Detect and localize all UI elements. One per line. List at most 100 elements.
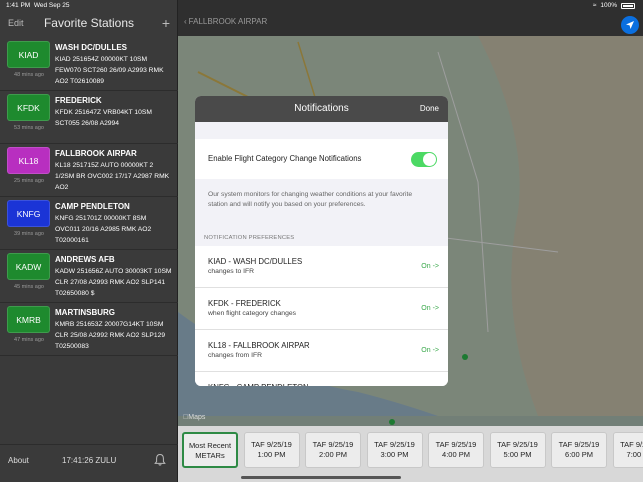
station-row[interactable]: KIAD 48 mins ago WASH DC/DULLES KIAD 251654… <box>0 38 178 91</box>
sidebar-title: Favorite Stations <box>43 16 135 30</box>
timeline-button-line2: 5:00 PM <box>503 450 532 459</box>
timeline-button[interactable]: TAF 9/25/19 5:00 PM <box>489 432 546 468</box>
station-metar: KFDK 251647Z VRB04KT 10SM SCT055 26/08 A… <box>55 109 152 127</box>
forecast-timeline: Most Recent METARs TAF 9/25/19 1:00 PM TAF 9… <box>178 426 643 482</box>
timeline-button-line2: 4:00 PM <box>442 450 470 459</box>
sidebar-header: Edit Favorite Stations + <box>0 12 178 36</box>
timeline-button[interactable]: TAF 9/25/197:00 PM <box>612 432 643 468</box>
back-label: FALLBROOK AIRPAR <box>188 17 268 26</box>
locate-button[interactable] <box>621 16 639 34</box>
station-metar: KIAD 251654Z 00000KT 10SM FEW070 SCT260 … <box>55 56 164 85</box>
timeline-button-line2: 3:00 PM <box>380 450 409 459</box>
report-age: 47 mins ago <box>14 337 44 343</box>
timeline-button-line1: TAF 9/25/19 <box>374 440 415 449</box>
preference-station: KIAD - WASH DC/DULLES <box>208 257 303 266</box>
status-bar: 1:41 PM Wed Sep 25 ≈ 100% <box>0 0 643 12</box>
station-metar: KADW 251656Z AUTO 30003KT 10SM CLR 27/08… <box>55 268 172 297</box>
preference-row[interactable]: KL18 - FALLBROOK AIRPAR changes from IFR O… <box>195 330 448 372</box>
station-row[interactable]: KADW 45 mins ago ANDREWS AFB KADW 251656Z A… <box>0 250 178 303</box>
toggle-label: Enable Flight Category Change Notificati… <box>208 154 362 163</box>
notifications-modal: Notifications Done Enable Flight Categor… <box>195 96 448 386</box>
chevron-left-icon: ‹ <box>184 17 187 26</box>
timeline-button[interactable]: TAF 9/25/19 1:00 PM <box>243 432 300 468</box>
sidebar-footer: About 17:41:26 ZULU <box>0 444 178 482</box>
flight-category-badge: KNFG <box>7 200 50 227</box>
station-metar: KNFG 251701Z 00000KT 8SM OVC011 20/16 A2… <box>55 215 152 244</box>
section-label: NOTIFICATION PREFERENCES <box>204 235 295 241</box>
preference-row[interactable]: KFDK - FREDERICK when flight category cha… <box>195 288 448 330</box>
station-row[interactable]: KFDK 53 mins ago FREDERICK KFDK 251647Z VRB… <box>0 91 178 144</box>
done-button[interactable]: Done <box>420 104 439 113</box>
status-indicators: ≈ 100% <box>593 2 635 9</box>
preference-status: On -> <box>421 347 439 354</box>
timeline-button[interactable]: TAF 9/25/19 4:00 PM <box>428 432 484 468</box>
modal-title: Notifications <box>294 103 349 114</box>
timeline-button-line2: METARs <box>195 451 225 460</box>
preference-station: KFDK - FREDERICK <box>208 299 281 308</box>
back-button[interactable]: ‹ FALLBROOK AIRPAR <box>184 17 267 26</box>
flight-category-badge: KMRB <box>7 306 50 333</box>
favorites-sidebar: Edit Favorite Stations + KIAD 48 mins ago… <box>0 0 178 482</box>
preference-condition: when flight category changes <box>208 310 297 317</box>
report-age: 25 mins ago <box>14 178 44 184</box>
preference-status: On -> <box>421 305 439 312</box>
station-name: FREDERICK <box>55 96 102 105</box>
timeline-button-line2: 7:00 PM <box>626 450 643 459</box>
add-station-button[interactable]: + <box>162 15 170 31</box>
preference-station: KNFG - CAMP PENDLETON <box>208 383 309 386</box>
timeline-button[interactable]: Most Recent METARs <box>182 432 238 468</box>
timeline-button[interactable]: TAF 9/25/19 2:00 PM <box>305 432 361 468</box>
preference-row[interactable]: KNFG - CAMP PENDLETON <box>195 372 448 386</box>
report-age: 45 mins ago <box>14 284 44 290</box>
timeline-button[interactable]: TAF 9/25/19 3:00 PM <box>366 432 423 468</box>
report-age: 53 mins ago <box>14 125 44 131</box>
station-marker[interactable] <box>462 354 468 360</box>
wifi-icon: ≈ <box>592 2 597 9</box>
timeline-button-line2: 2:00 PM <box>319 450 347 459</box>
status-time: 1:41 PM Wed Sep 25 <box>6 2 70 9</box>
maps-credit: Maps <box>183 414 205 421</box>
timeline-button-line2: 1:00 PM <box>257 450 286 459</box>
station-row[interactable]: KNFG 39 mins ago CAMP PENDLETON KNFG 251701… <box>0 197 178 250</box>
timeline-button-line1: TAF 9/25/19 <box>558 440 600 449</box>
flight-category-badge: KL18 <box>7 147 50 174</box>
timeline-button-line2: 6:00 PM <box>565 450 593 459</box>
station-name: FALLBROOK AIRPAR <box>55 149 137 158</box>
modal-header: Notifications Done <box>195 96 448 122</box>
timeline-button-line1: Most Recent <box>188 441 232 450</box>
flight-category-badge: KIAD <box>7 41 50 68</box>
station-row[interactable]: KL18 25 mins ago FALLBROOK AIRPAR KL18 2517… <box>0 144 178 197</box>
bell-icon[interactable] <box>153 453 167 467</box>
station-metar: KMRB 251653Z 20007G14KT 10SM CLR 25/08 A… <box>55 321 166 350</box>
home-indicator <box>241 476 401 479</box>
map-header: ‹ FALLBROOK AIRPAR <box>178 12 643 36</box>
station-metar: KL18 251715Z AUTO 00000KT 2 1/2SM BR OVC… <box>55 162 170 191</box>
timeline-button-line1: TAF 9/25/19 <box>435 440 477 449</box>
enable-notifications-row: Enable Flight Category Change Notificati… <box>195 139 448 179</box>
timeline-button-line1: TAF 9/25/19 <box>620 440 643 449</box>
station-name: MARTINSBURG <box>55 308 115 317</box>
timeline-button[interactable]: TAF 9/25/19 6:00 PM <box>551 432 607 468</box>
station-name: WASH DC/DULLES <box>55 43 127 52</box>
flight-category-badge: KADW <box>7 253 50 280</box>
preference-condition: changes from IFR <box>208 352 263 359</box>
station-name: ANDREWS AFB <box>55 255 115 264</box>
preference-row[interactable]: KIAD - WASH DC/DULLES changes to IFR On -> <box>195 246 448 288</box>
notifications-description: Our system monitors for changing weather… <box>208 191 413 208</box>
timeline-button-line1: TAF 9/25/19 <box>251 440 292 449</box>
preference-status: On -> <box>421 263 439 270</box>
report-age: 48 mins ago <box>14 72 44 78</box>
report-age: 39 mins ago <box>14 231 44 237</box>
enable-notifications-toggle[interactable] <box>411 152 437 167</box>
battery-icon <box>621 2 635 9</box>
preference-condition: changes to IFR <box>208 268 255 275</box>
station-marker[interactable] <box>389 419 395 425</box>
preference-station: KL18 - FALLBROOK AIRPAR <box>208 341 310 350</box>
zulu-clock: 17:41:26 ZULU <box>62 456 117 465</box>
about-button[interactable]: About <box>8 456 29 465</box>
station-row[interactable]: KMRB 47 mins ago MARTINSBURG KMRB 251653Z 2… <box>0 303 178 356</box>
timeline-button-line1: TAF 9/25/19 <box>497 440 538 449</box>
location-arrow-icon <box>626 21 634 29</box>
flight-category-badge: KFDK <box>7 94 50 121</box>
timeline-button-line1: TAF 9/25/19 <box>312 440 354 449</box>
